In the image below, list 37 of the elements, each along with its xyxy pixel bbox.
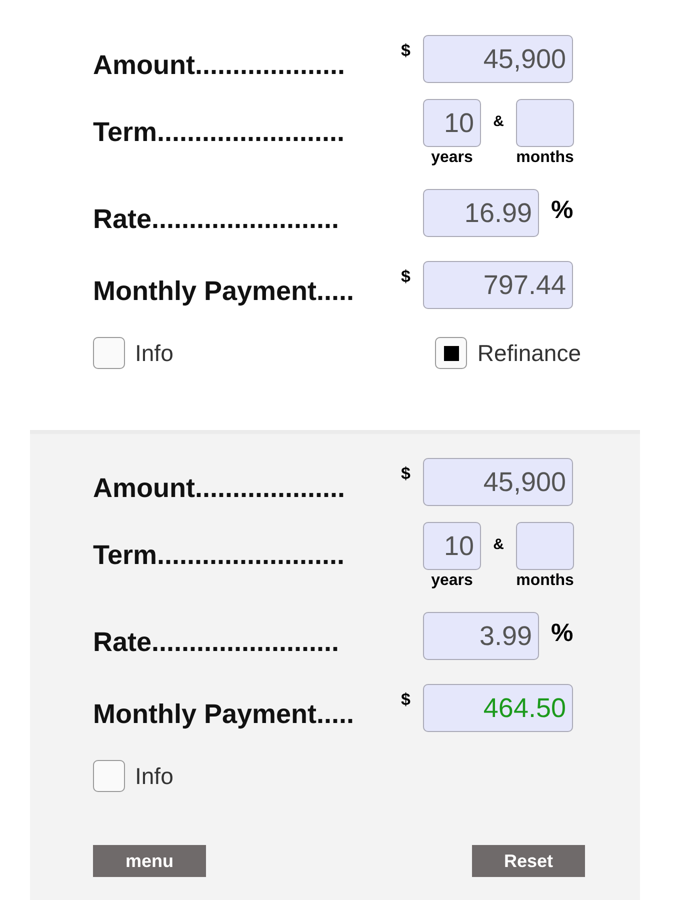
field-label: Monthly Payment..... bbox=[93, 276, 356, 308]
field-label: Term......................... bbox=[93, 539, 346, 572]
unit-label: years bbox=[431, 572, 473, 590]
input-field[interactable]: 45,900 bbox=[423, 35, 573, 83]
checkbox[interactable] bbox=[93, 337, 125, 369]
currency-sign: $ bbox=[401, 689, 412, 710]
input-field[interactable]: 3.99 bbox=[423, 612, 539, 660]
input-field[interactable] bbox=[516, 522, 574, 570]
percent-sign: % bbox=[551, 618, 574, 648]
input-field[interactable]: 45,900 bbox=[423, 458, 573, 506]
ampersand: & bbox=[492, 535, 505, 553]
input-field[interactable]: 16.99 bbox=[423, 189, 539, 237]
currency-sign: $ bbox=[401, 40, 412, 61]
currency-sign: $ bbox=[401, 463, 412, 484]
input-field[interactable]: 797.44 bbox=[423, 261, 573, 309]
checkbox-label: Refinance bbox=[477, 340, 581, 366]
unit-label: months bbox=[516, 149, 574, 167]
checkbox-label: Info bbox=[135, 762, 174, 790]
checkbox[interactable] bbox=[435, 337, 468, 369]
field-label: Amount.................... bbox=[93, 50, 346, 82]
percent-sign: % bbox=[551, 196, 574, 224]
field-label: Monthly Payment..... bbox=[93, 699, 356, 731]
ampersand: & bbox=[492, 112, 505, 130]
menu-button[interactable]: menu bbox=[93, 845, 206, 877]
unit-label: months bbox=[516, 572, 574, 590]
reset-button[interactable]: Reset bbox=[472, 845, 585, 877]
field-label: Amount.................... bbox=[93, 473, 346, 505]
field-label: Rate......................... bbox=[93, 204, 340, 236]
currency-sign: $ bbox=[401, 266, 412, 287]
input-field[interactable]: 10 bbox=[423, 99, 481, 147]
input-field[interactable]: 10 bbox=[423, 522, 481, 570]
field-label: Term......................... bbox=[93, 116, 346, 149]
checkbox-label: Info bbox=[135, 340, 174, 366]
input-field[interactable] bbox=[516, 99, 574, 147]
checkbox[interactable] bbox=[93, 760, 125, 792]
unit-label: years bbox=[431, 149, 473, 167]
field-label: Rate......................... bbox=[93, 627, 340, 659]
